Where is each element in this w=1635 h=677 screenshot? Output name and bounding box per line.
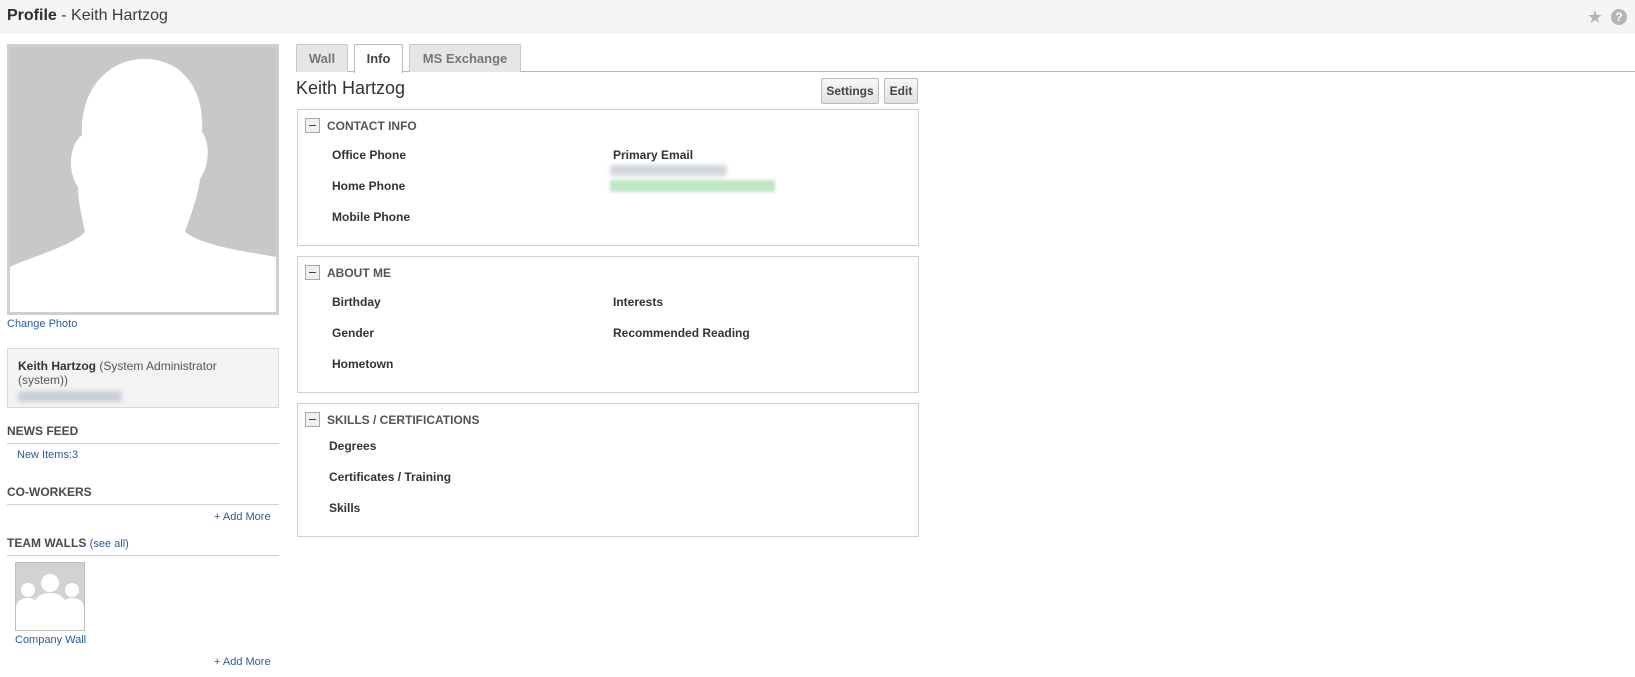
tab-wall[interactable]: Wall xyxy=(296,44,348,72)
collapse-icon[interactable] xyxy=(305,118,320,133)
hometown-label: Hometown xyxy=(332,357,394,371)
team-walls-title: TEAM WALLS xyxy=(7,536,87,550)
about-me-header: ABOUT ME xyxy=(305,265,391,280)
company-wall-link[interactable]: Company Wall xyxy=(15,634,86,646)
profile-tabs: Wall Info MS Exchange xyxy=(296,44,1635,73)
user-summary-card: Keith Hartzog (System Administrator (sys… xyxy=(7,348,279,408)
contact-info-section: CONTACT INFO Office Phone Home Phone Mob… xyxy=(297,109,919,246)
contact-info-header: CONTACT INFO xyxy=(305,118,417,133)
news-feed-header: NEWS FEED xyxy=(7,424,279,444)
team-walls-add-more-link[interactable]: + Add More xyxy=(214,656,271,668)
office-phone-label: Office Phone xyxy=(332,148,407,162)
page-title-separator: - xyxy=(56,7,72,24)
settings-button[interactable]: Settings xyxy=(821,78,879,104)
team-walls-see-all-link[interactable]: (see all) xyxy=(90,538,129,550)
mobile-phone-label: Mobile Phone xyxy=(332,210,410,224)
birthday-label: Birthday xyxy=(332,295,381,309)
user-email-redacted xyxy=(18,391,122,402)
group-icon xyxy=(16,563,84,630)
page-title: Profile - Keith Hartzog xyxy=(7,7,168,25)
tab-ms-exchange[interactable]: MS Exchange xyxy=(409,44,521,72)
avatar-silhouette-icon xyxy=(10,47,276,312)
company-wall-thumbnail[interactable] xyxy=(15,562,85,631)
home-phone-label: Home Phone xyxy=(332,179,406,193)
interests-label: Interests xyxy=(613,295,664,309)
recommended-reading-label: Recommended Reading xyxy=(613,326,750,340)
primary-email-label: Primary Email xyxy=(613,148,694,162)
certificates-training-label: Certificates / Training xyxy=(329,470,452,484)
page-title-name: Keith Hartzog xyxy=(71,7,168,24)
news-feed-new-items-link[interactable]: New Items:3 xyxy=(17,449,78,461)
help-icon[interactable]: ? xyxy=(1611,9,1627,25)
contact-info-title: CONTACT INFO xyxy=(327,118,417,133)
degrees-label: Degrees xyxy=(329,439,377,453)
user-name: Keith Hartzog xyxy=(18,359,96,373)
star-icon[interactable]: ★ xyxy=(1587,8,1603,26)
tab-info[interactable]: Info xyxy=(354,44,403,73)
about-me-title: ABOUT ME xyxy=(327,265,391,280)
profile-name-heading: Keith Hartzog xyxy=(296,78,406,98)
edit-button[interactable]: Edit xyxy=(884,78,918,104)
collapse-icon[interactable] xyxy=(305,412,320,427)
primary-email-redacted xyxy=(610,165,727,176)
team-walls-header: TEAM WALLS (see all) xyxy=(7,536,279,556)
gender-label: Gender xyxy=(332,326,375,340)
skills-header: SKILLS / CERTIFICATIONS xyxy=(305,412,479,427)
collapse-icon[interactable] xyxy=(305,265,320,280)
about-me-section: ABOUT ME Birthday Gender Hometown Intere… xyxy=(297,256,919,393)
coworkers-header: CO-WORKERS xyxy=(7,485,279,505)
secondary-email-redacted[interactable] xyxy=(610,180,775,192)
page-title-prefix: Profile xyxy=(7,7,57,24)
skills-certifications-section: SKILLS / CERTIFICATIONS Degrees Certific… xyxy=(297,403,919,537)
profile-photo xyxy=(7,44,279,315)
skills-label: Skills xyxy=(329,501,361,515)
top-icons: ★ ? xyxy=(1587,8,1627,26)
coworkers-add-more-link[interactable]: + Add More xyxy=(214,511,271,523)
top-bar: Profile - Keith Hartzog ★ ? xyxy=(0,0,1635,34)
change-photo-link[interactable]: Change Photo xyxy=(7,318,77,330)
skills-title: SKILLS / CERTIFICATIONS xyxy=(327,412,480,427)
